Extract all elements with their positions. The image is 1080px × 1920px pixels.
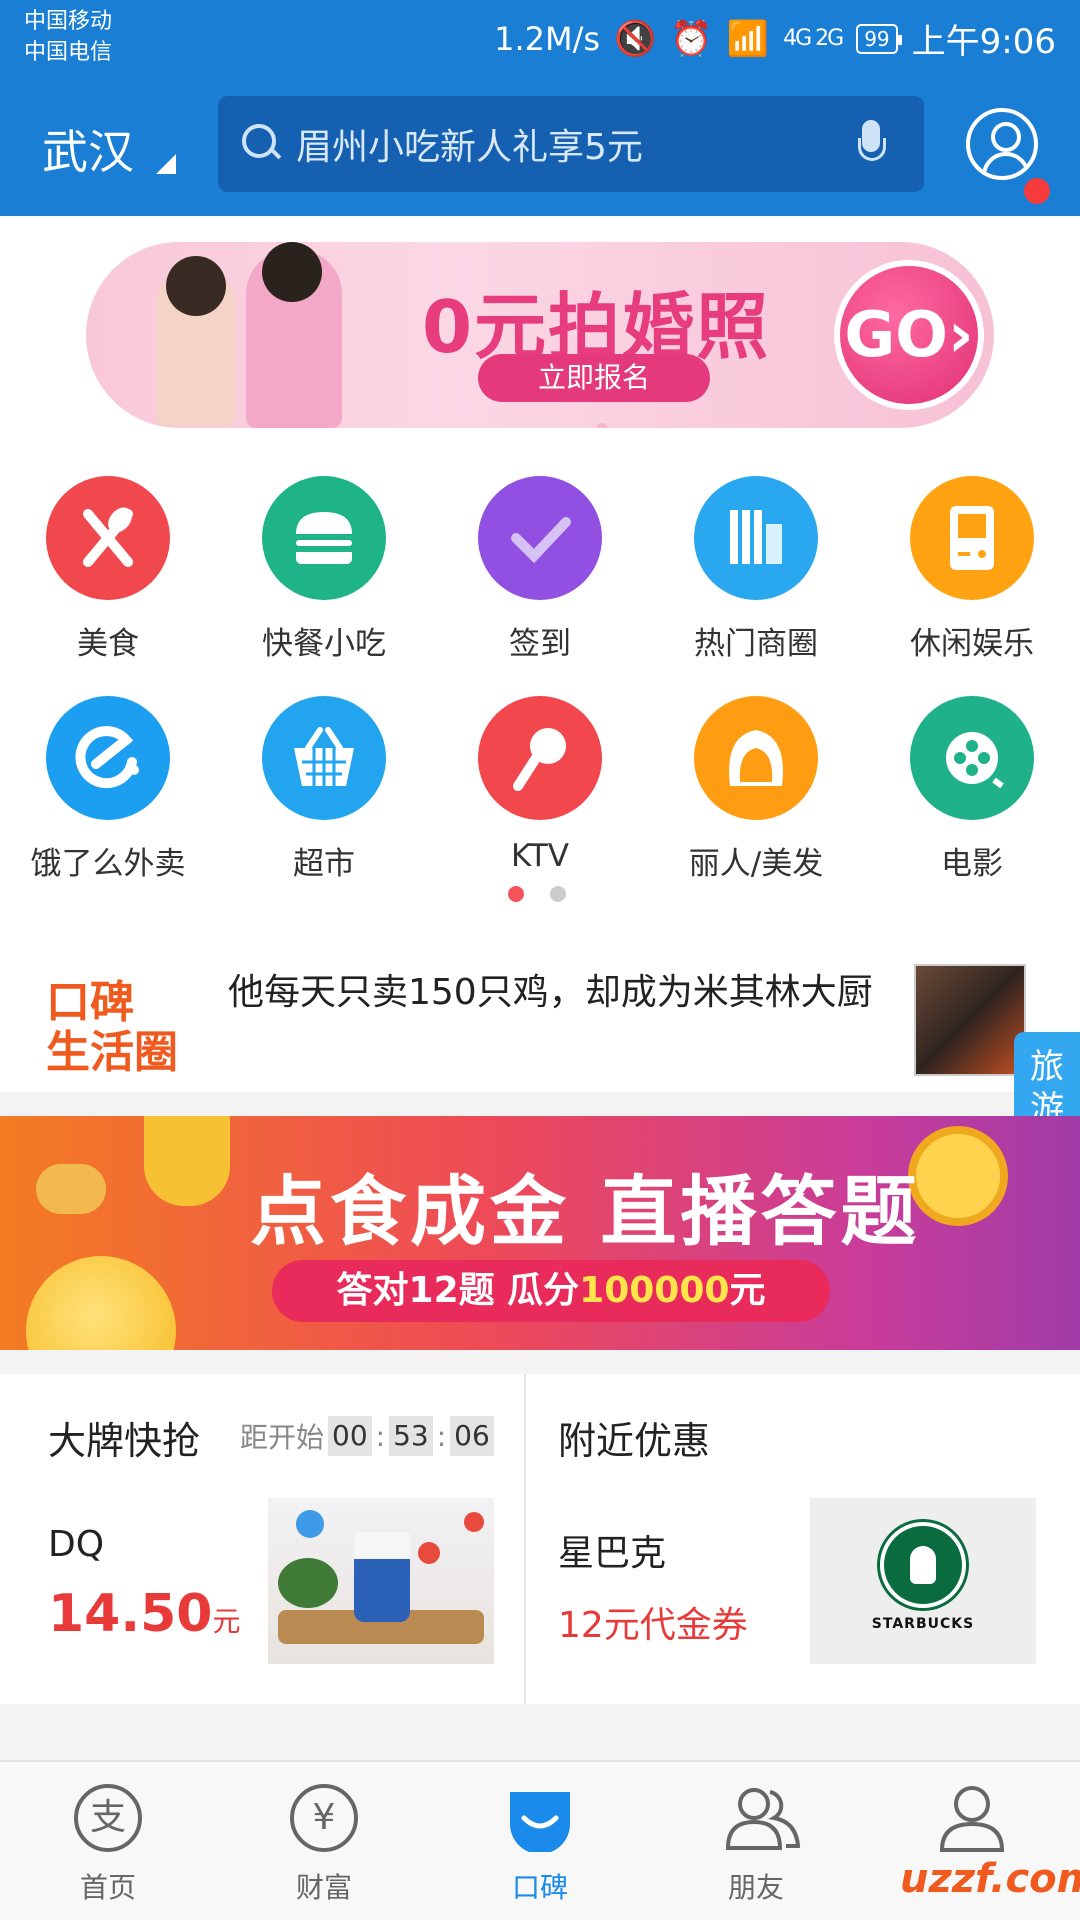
check-icon <box>478 476 602 600</box>
grid-item-9[interactable]: 电影 <box>864 696 1080 896</box>
coin-image <box>26 1256 176 1350</box>
clock-time: 上午9:06 <box>911 22 1056 62</box>
starbucks-image[interactable]: STARBUCKS <box>810 1498 1036 1664</box>
grid-item-2[interactable]: 签到 <box>432 476 648 676</box>
news-thumbnail[interactable] <box>914 964 1026 1076</box>
grid-item-5[interactable]: 饿了么外卖 <box>0 696 216 896</box>
deal-brand: DQ <box>48 1524 105 1565</box>
deals-section: 大牌快抢 距开始 00: 53: 06 DQ 14.50元 附近优惠 星巴克 1… <box>0 1374 1080 1704</box>
status-bar: 中国移动 中国电信 1.2M/s 🔇 ⏰ 📶 4G 2G 99 上午9:06 <box>0 0 1080 72</box>
battery-indicator: 99 <box>856 23 903 54</box>
burger-icon <box>262 476 386 600</box>
quiz-subtitle: 答对12题 瓜分100000元 <box>272 1260 830 1322</box>
grid-item-6[interactable]: 超市 <box>216 696 432 896</box>
page-dot-active <box>508 886 524 902</box>
nearby-offer: 12元代金券 <box>558 1605 748 1646</box>
grid-item-3[interactable]: 热门商圈 <box>648 476 864 676</box>
koubei-logo: 口碑 生活圈 <box>46 977 178 1078</box>
alarm-icon: ⏰ <box>670 18 713 59</box>
grid-item-0[interactable]: 美食 <box>0 476 216 676</box>
wedding-photo-banner[interactable]: 0元拍婚照 立即报名 GO› <box>86 242 994 428</box>
nav-home[interactable]: 支 首页 <box>0 1762 216 1920</box>
film-reel-icon <box>910 696 1034 820</box>
signal-icon: 4G 2G <box>783 26 844 51</box>
flash-sale-card[interactable]: 大牌快抢 距开始 00: 53: 06 DQ 14.50元 <box>0 1374 524 1704</box>
network-speed: 1.2M/s <box>494 19 601 58</box>
grid-item-label: 饿了么外卖 <box>30 846 186 882</box>
carrier-2: 中国电信 <box>24 40 113 65</box>
countdown-timer: 距开始 00: 53: 06 <box>240 1416 498 1456</box>
grid-item-8[interactable]: 丽人/美发 <box>648 696 864 896</box>
countdown-minutes: 53 <box>389 1416 433 1456</box>
news-headline[interactable]: 他每天只卖150只鸡，却成为米其林大厨 <box>228 968 888 1018</box>
quiz-banner[interactable]: 点食成金 直播答题 答对12题 瓜分100000元 <box>0 1116 1080 1350</box>
buildings-icon <box>694 476 818 600</box>
yen-icon: ¥ <box>290 1784 358 1852</box>
notification-dot <box>1024 178 1050 204</box>
user-icon <box>938 1784 1006 1852</box>
alarm-clock-image <box>908 1126 1008 1226</box>
nearby-brand: 星巴克 <box>558 1533 667 1574</box>
signup-button[interactable]: 立即报名 <box>478 354 710 402</box>
alipay-icon: 支 <box>74 1784 142 1852</box>
profile-avatar-button[interactable] <box>966 108 1038 180</box>
caret-down-icon[interactable] <box>156 154 176 174</box>
grid-item-label: 美食 <box>77 626 139 662</box>
banner-dot <box>596 423 608 428</box>
couple-image <box>126 242 356 428</box>
nav-friends[interactable]: 朋友 <box>648 1762 864 1920</box>
grid-item-1[interactable]: 快餐小吃 <box>216 476 432 676</box>
trophy-image <box>144 1116 230 1206</box>
go-button[interactable]: GO› <box>834 260 984 410</box>
page-dot <box>550 886 566 902</box>
search-bar[interactable]: 眉州小吃新人礼享5元 <box>218 96 924 192</box>
nav-koubei[interactable]: 口碑 <box>432 1762 648 1920</box>
nearby-title: 附近优惠 <box>558 1419 711 1463</box>
macaron-image <box>36 1164 106 1214</box>
grid-item-label: 签到 <box>509 626 571 662</box>
woman-icon <box>694 696 818 820</box>
banner-pagination <box>596 420 646 428</box>
countdown-seconds: 06 <box>450 1416 494 1456</box>
starbucks-logo-icon <box>880 1522 966 1608</box>
deal-price: 14.50元 <box>48 1584 241 1644</box>
grid-item-label: KTV <box>510 838 570 874</box>
grid-item-label: 电影 <box>941 846 1003 882</box>
fork-spoon-icon <box>46 476 170 600</box>
grid-item-7[interactable]: KTV <box>432 696 648 896</box>
search-input[interactable]: 眉州小吃新人礼享5元 <box>296 118 856 170</box>
grid-item-label: 休闲娱乐 <box>910 626 1034 662</box>
grid-item-label: 热门商圈 <box>694 626 818 662</box>
microphone-icon <box>478 696 602 820</box>
status-icons: 1.2M/s 🔇 ⏰ 📶 4G 2G 99 上午9:06 <box>494 14 1056 63</box>
city-selector[interactable]: 武汉 <box>42 116 134 182</box>
friends-icon <box>722 1784 801 1852</box>
grid-item-label: 超市 <box>293 846 355 882</box>
nav-wealth[interactable]: ¥ 财富 <box>216 1762 432 1920</box>
gameboy-icon <box>910 476 1034 600</box>
mute-icon: 🔇 <box>614 18 657 59</box>
koubei-smile-icon <box>506 1784 574 1854</box>
grid-item-label: 快餐小吃 <box>262 626 386 662</box>
dq-product-image[interactable] <box>268 1498 494 1664</box>
microphone-icon[interactable] <box>856 120 886 168</box>
eleme-icon <box>46 696 170 820</box>
grid-item-4[interactable]: 休闲娱乐 <box>864 476 1080 676</box>
basket-icon <box>262 696 386 820</box>
countdown-hours: 00 <box>328 1416 372 1456</box>
nearby-deals-card[interactable]: 附近优惠 星巴克 12元代金券 STARBUCKS <box>524 1374 1080 1704</box>
grid-item-label: 丽人/美发 <box>688 846 824 882</box>
flash-sale-title: 大牌快抢 <box>48 1419 201 1463</box>
koubei-news[interactable]: 口碑 生活圈 他每天只卖150只鸡，却成为米其林大厨 <box>0 952 1080 1092</box>
quiz-title: 点食成金 直播答题 <box>250 1167 921 1256</box>
carrier-1: 中国移动 <box>24 9 113 34</box>
search-icon <box>242 124 282 164</box>
app-header: 武汉 眉州小吃新人礼享5元 <box>0 72 1080 216</box>
wifi-icon: 📶 <box>726 18 770 59</box>
grid-pagination <box>508 886 592 906</box>
carrier-info: 中国移动 中国电信 <box>24 6 112 68</box>
watermark-logo: uzzf.com <box>900 1856 1080 1902</box>
main-content: 0元拍婚照 立即报名 GO› 美食 快餐小吃 签到 热门商圈 休闲娱乐饿了么外卖 超市 KT… <box>0 216 1080 1092</box>
